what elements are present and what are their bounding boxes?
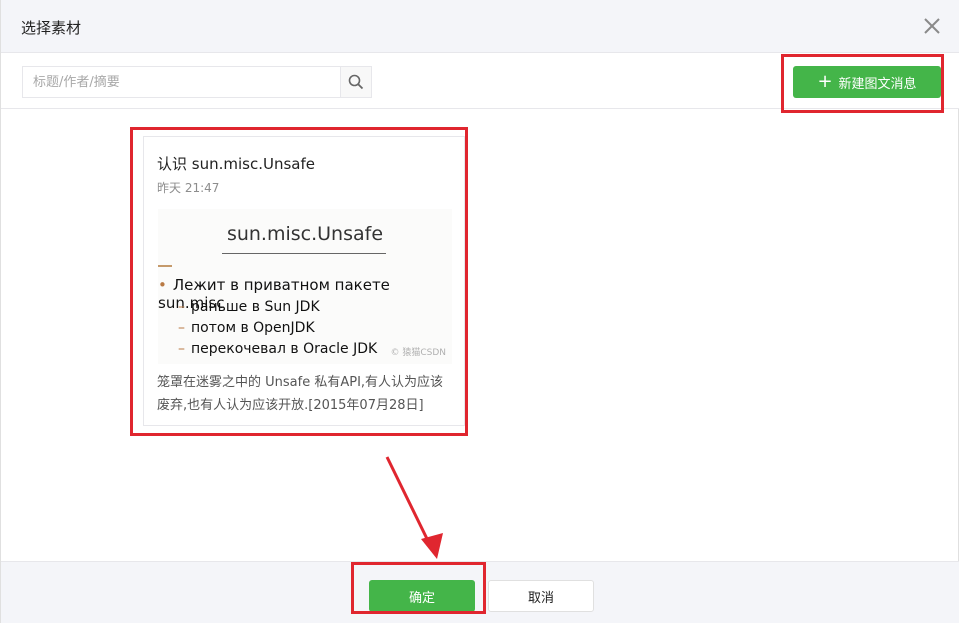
dash-icon: –	[178, 320, 185, 336]
dialog-header: 选择素材	[1, 0, 959, 53]
toolbar: + 新建图文消息	[1, 53, 959, 109]
cover-sub-item-text: раньше в Sun JDK	[191, 299, 320, 315]
select-material-dialog: 选择素材 + 新建图文消息 认识 sun.misc.Unsafe 昨天 21	[0, 0, 959, 623]
cover-sub-item-text: потом в OpenJDK	[191, 320, 315, 336]
arrow-annotation	[385, 456, 443, 559]
close-icon-glyph	[924, 18, 940, 34]
bullet-dot-icon: •	[158, 276, 167, 294]
cover-sub-item: – перекочевал в Oracle JDK	[178, 341, 377, 357]
cover-sub-item-text: перекочевал в Oracle JDK	[191, 341, 378, 357]
cover-sub-item: – потом в OpenJDK	[178, 320, 315, 336]
cover-watermark: © 猿猫CSDN	[390, 348, 446, 358]
new-article-label: 新建图文消息	[838, 76, 917, 92]
confirm-button[interactable]: 确定	[369, 580, 475, 612]
article-time: 昨天 21:47	[157, 181, 220, 195]
dash-icon: –	[178, 299, 185, 315]
search-icon	[348, 74, 364, 90]
search-input[interactable]	[23, 67, 341, 97]
dialog-title: 选择素材	[21, 19, 82, 37]
cover-heading: sun.misc.Unsafe	[226, 223, 384, 245]
article-cover-image: sun.misc.Unsafe • Лежит в приватном пакет…	[158, 209, 452, 364]
dash-icon: –	[178, 341, 185, 357]
article-title: 认识 sun.misc.Unsafe	[157, 155, 315, 173]
cover-divider	[222, 253, 386, 254]
dialog-footer: 确定 取消	[1, 561, 959, 623]
close-icon[interactable]	[920, 14, 944, 38]
plus-icon: +	[817, 71, 833, 92]
search-box	[22, 66, 372, 98]
new-article-button[interactable]: + 新建图文消息	[793, 66, 941, 98]
cover-accent-mark	[158, 265, 172, 267]
article-digest: 笼罩在迷雾之中的 Unsafe 私有API,有人认为应该废弃,也有人认为应该开放…	[157, 375, 444, 413]
cancel-button[interactable]: 取消	[488, 580, 594, 612]
cover-sub-item: – раньше в Sun JDK	[178, 299, 320, 315]
search-button[interactable]	[340, 67, 371, 97]
article-card[interactable]: 认识 sun.misc.Unsafe 昨天 21:47 sun.misc.Uns…	[143, 136, 465, 426]
